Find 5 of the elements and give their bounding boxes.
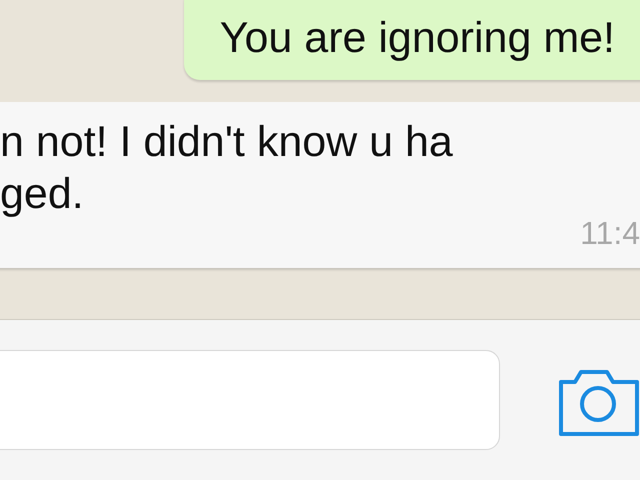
message-text: You are ignoring me!	[220, 13, 615, 64]
message-text: ged.	[0, 169, 85, 220]
message-input-field[interactable]	[0, 350, 500, 450]
message-time: 11:4	[580, 215, 640, 252]
message-text: n not! I didn't know u ha	[0, 117, 454, 168]
